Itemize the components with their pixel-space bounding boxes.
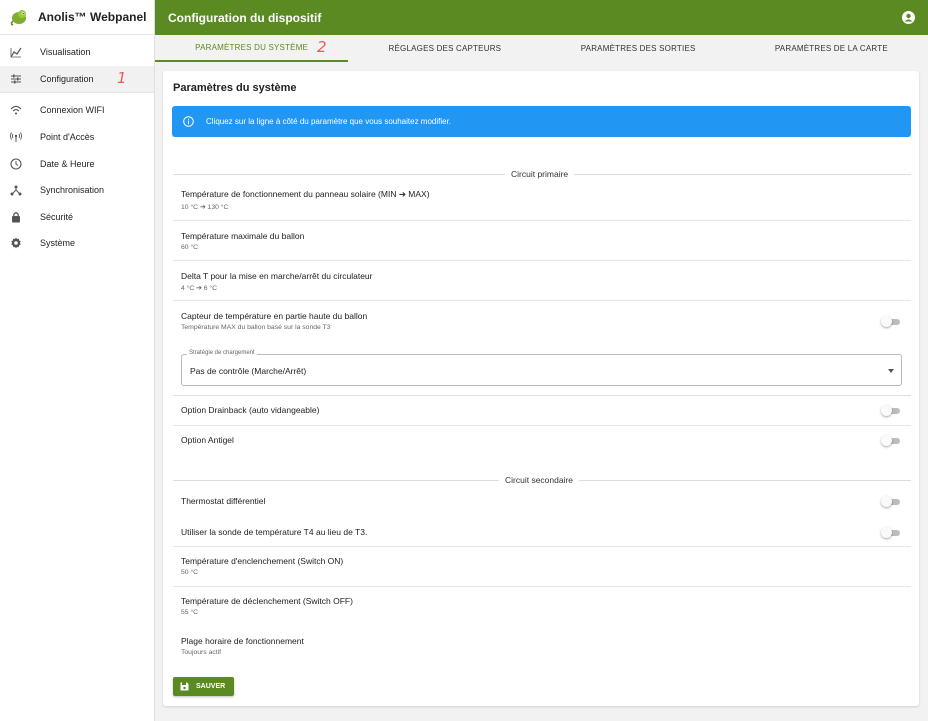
settings-tabs: Paramètres du système 2 Réglages des cap… (155, 35, 928, 62)
setting-value: 4 °C ➔ 6 °C (181, 285, 218, 292)
info-icon (183, 116, 194, 127)
use-t4-toggle[interactable] (881, 527, 901, 538)
sidebar-item-date-time[interactable]: Date & Heure (0, 150, 154, 177)
sidebar-item-system[interactable]: Système (0, 230, 154, 257)
sidebar-item-wifi[interactable]: Connexion WIFI (0, 97, 154, 124)
setting-value: 60 °C (181, 244, 199, 251)
chart-line-icon (10, 46, 22, 58)
sidebar-item-configuration[interactable]: Configuration 1 (0, 65, 154, 93)
tab-label: Paramètres de la carte (774, 44, 888, 53)
section-header-secondary: Circuit secondaire (499, 475, 580, 485)
sidebar-item-label: Système (40, 238, 76, 249)
lock-icon (10, 211, 22, 223)
setting-title: Thermostat différentiel (181, 496, 266, 506)
tab-label: Paramètres du système (195, 43, 309, 52)
top-app-bar: Configuration du dispositif (155, 0, 928, 35)
setting-row-schedule[interactable]: Plage horaire de fonctionnement Toujours… (173, 627, 911, 667)
drainback-toggle[interactable] (881, 405, 901, 416)
setting-row-switch-off[interactable]: Température de déclenchement (Switch OFF… (173, 587, 911, 627)
setting-title: Capteur de température en partie haute d… (181, 311, 368, 321)
setting-title: Plage horaire de fonctionnement (181, 636, 304, 646)
sidebar-item-access-point[interactable]: Point d'Accès (0, 124, 154, 151)
setting-title: Température maximale du ballon (181, 231, 305, 241)
setting-title: Option Antigel (181, 435, 234, 445)
sidebar-item-label: Sécurité (40, 211, 74, 222)
setting-value: 50 °C (181, 569, 199, 576)
sidebar-item-label: Point d'Accès (40, 132, 95, 143)
setting-row-switch-on[interactable]: Température d'enclenchement (Switch ON) … (173, 547, 911, 587)
sidebar-item-label: Date & Heure (40, 158, 95, 169)
clock-icon (10, 158, 22, 170)
select-legend: Stratégie de chargement (187, 350, 257, 356)
setting-title: Température d'enclenchement (Switch ON) (181, 556, 344, 566)
sliders-icon (10, 73, 22, 85)
setting-row-antigel[interactable]: Option Antigel (173, 426, 911, 456)
setting-value: 10 °C ➔ 130 °C (181, 204, 229, 211)
antigel-toggle[interactable] (881, 435, 901, 446)
wifi-icon (10, 104, 22, 116)
annotation-marker-2: 2 (317, 38, 327, 56)
sync-network-icon (10, 184, 22, 196)
chevron-down-icon (888, 369, 894, 373)
sidebar-item-visualisation[interactable]: Visualisation (0, 39, 154, 66)
account-circle-icon[interactable] (902, 11, 915, 24)
tab-system-settings[interactable]: Paramètres du système 2 (155, 35, 349, 62)
setting-value: Toujours actif (181, 649, 222, 656)
annotation-marker-1: 1 (117, 68, 127, 87)
setting-value: Température MAX du ballon basé sur la so… (181, 324, 331, 331)
setting-row-delta-t[interactable]: Delta T pour la mise en marche/arrêt du … (173, 261, 911, 301)
sidebar-item-security[interactable]: Sécurité (0, 204, 154, 231)
card-title: Paramètres du système (173, 82, 297, 94)
floppy-disk-icon (180, 682, 189, 691)
save-button[interactable]: SAUVER (173, 677, 234, 696)
section-header-primary: Circuit primaire (505, 169, 575, 179)
select-value: Pas de contrôle (Marche/Arrêt) (190, 366, 307, 376)
brand-name: Anolis™ Webpanel (38, 10, 147, 24)
sidebar-item-label: Synchronisation (40, 185, 105, 196)
setting-value: 55 °C (181, 609, 199, 616)
sidebar: Anolis™ Webpanel Visualisation Configura… (0, 0, 155, 721)
setting-row-use-t4[interactable]: Utiliser la sonde de température T4 au l… (173, 517, 911, 547)
setting-row-thermostat[interactable]: Thermostat différentiel (173, 487, 911, 517)
sidebar-item-label: Configuration (40, 73, 94, 84)
tab-label: Réglages des capteurs (388, 44, 502, 53)
setting-row-top-sensor[interactable]: Capteur de température en partie haute d… (173, 301, 911, 341)
tab-sensor-settings[interactable]: Réglages des capteurs (348, 35, 541, 62)
brand-header: Anolis™ Webpanel (0, 0, 154, 35)
tab-board-settings[interactable]: Paramètres de la carte (735, 35, 928, 62)
setting-title: Utiliser la sonde de température T4 au l… (181, 527, 368, 537)
info-banner: Cliquez sur la ligne à côté du paramètre… (172, 106, 911, 137)
setting-title: Température de déclenchement (Switch OFF… (181, 596, 353, 606)
system-settings-card: Paramètres du système Cliquez sur la lig… (163, 71, 919, 706)
setting-title: Option Drainback (auto vidangeable) (181, 405, 320, 415)
charging-strategy-select[interactable]: Stratégie de chargement Pas de contrôle … (181, 350, 902, 386)
top-sensor-toggle[interactable] (881, 316, 901, 327)
setting-title: Température de fonctionnement du panneau… (181, 189, 430, 199)
gear-icon (10, 237, 22, 249)
tab-output-settings[interactable]: Paramètres des sorties (542, 35, 735, 62)
tab-label: Paramètres des sorties (580, 44, 696, 53)
setting-row-tank-max-temp[interactable]: Température maximale du ballon 60 °C (173, 221, 911, 261)
save-button-label: SAUVER (196, 683, 226, 690)
chameleon-logo-icon (10, 10, 26, 26)
setting-title: Delta T pour la mise en marche/arrêt du … (181, 271, 373, 281)
sidebar-item-label: Visualisation (40, 47, 91, 58)
page-title: Configuration du dispositif (168, 10, 322, 25)
sidebar-item-synchronisation[interactable]: Synchronisation (0, 177, 154, 204)
sidebar-item-label: Connexion WIFI (40, 105, 105, 116)
info-text: Cliquez sur la ligne à côté du paramètre… (206, 117, 452, 126)
access-point-icon (10, 131, 22, 143)
thermostat-toggle[interactable] (881, 496, 901, 507)
setting-row-solar-panel-temp[interactable]: Température de fonctionnement du panneau… (173, 181, 911, 221)
setting-row-drainback[interactable]: Option Drainback (auto vidangeable) (173, 396, 911, 426)
